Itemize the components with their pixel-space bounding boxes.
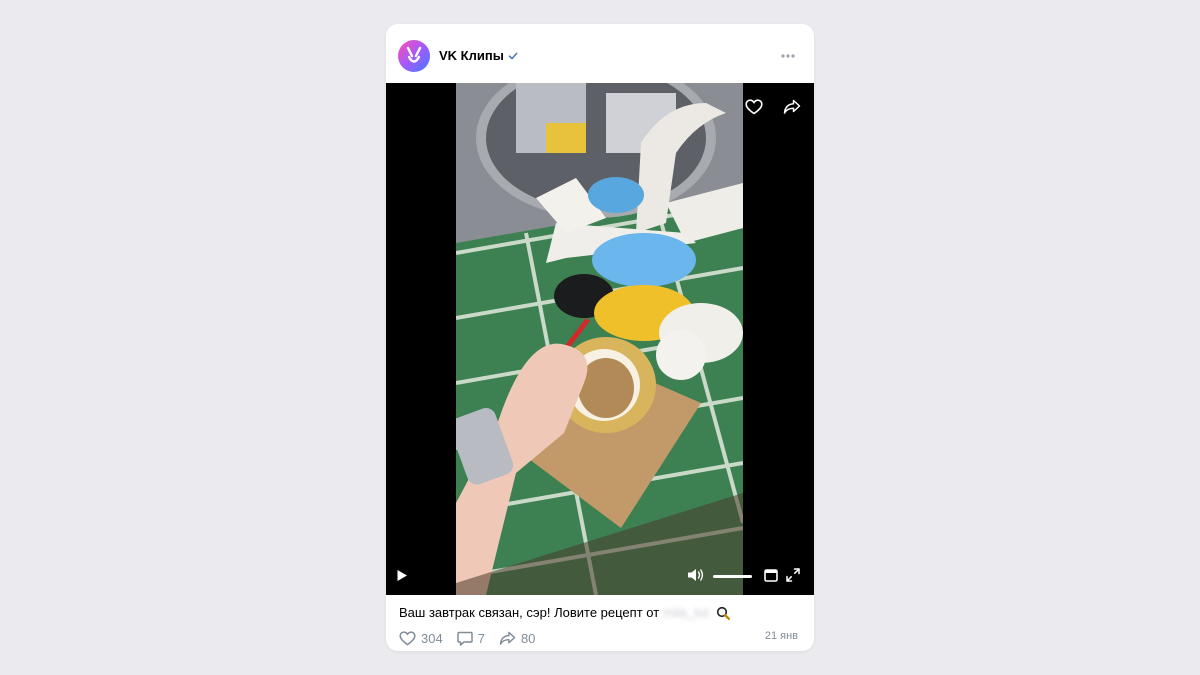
post-header: VK Клипы [386, 24, 814, 83]
vk-clips-logo-icon [406, 46, 422, 63]
video-still-image [456, 83, 743, 595]
like-video-button[interactable] [740, 95, 768, 119]
share-video-button[interactable] [778, 95, 806, 119]
miniplayer-button[interactable] [762, 567, 780, 583]
post-caption: Ваш завтрак связан, сэр! Ловите рецепт о… [399, 605, 730, 620]
blurred-handle[interactable]: mila_tut [663, 605, 709, 620]
volume-slider[interactable] [713, 575, 752, 578]
post-actions: 304 7 80 [399, 628, 549, 648]
like-count: 304 [421, 630, 443, 646]
share-button[interactable]: 80 [499, 631, 535, 646]
comment-button[interactable]: 7 [456, 630, 485, 646]
caption-text: Ваш завтрак связан, сэр! Ловите рецепт о… [399, 605, 660, 620]
post-date[interactable]: 21 янв [765, 630, 798, 642]
author-avatar[interactable] [398, 40, 430, 72]
fullscreen-icon [786, 568, 800, 582]
verified-check-icon [508, 52, 518, 59]
author-name-text[interactable]: VK Клипы [439, 48, 504, 63]
miniplayer-icon [764, 568, 778, 582]
comment-count: 7 [477, 630, 485, 646]
volume-button[interactable] [685, 567, 707, 583]
speaker-icon [688, 569, 704, 581]
clip-post-card: VK Клипы Ваш завтрак связан, сэр! Ловите… [386, 24, 814, 651]
comment-icon [456, 631, 473, 646]
fullscreen-button[interactable] [784, 567, 802, 583]
video-player[interactable] [386, 83, 814, 595]
magnifier-emoji-icon [716, 606, 730, 620]
heart-icon [745, 99, 763, 115]
author-name[interactable]: VK Клипы [439, 48, 518, 63]
play-icon [397, 569, 407, 581]
play-button[interactable] [394, 567, 410, 583]
more-button[interactable] [778, 46, 798, 66]
share-icon [499, 631, 516, 645]
video-frame[interactable] [456, 83, 743, 595]
more-horizontal-icon [781, 54, 795, 58]
share-arrow-icon [783, 99, 801, 114]
share-count: 80 [520, 630, 536, 646]
heart-outline-icon [399, 630, 416, 646]
like-button[interactable]: 304 [399, 631, 443, 646]
